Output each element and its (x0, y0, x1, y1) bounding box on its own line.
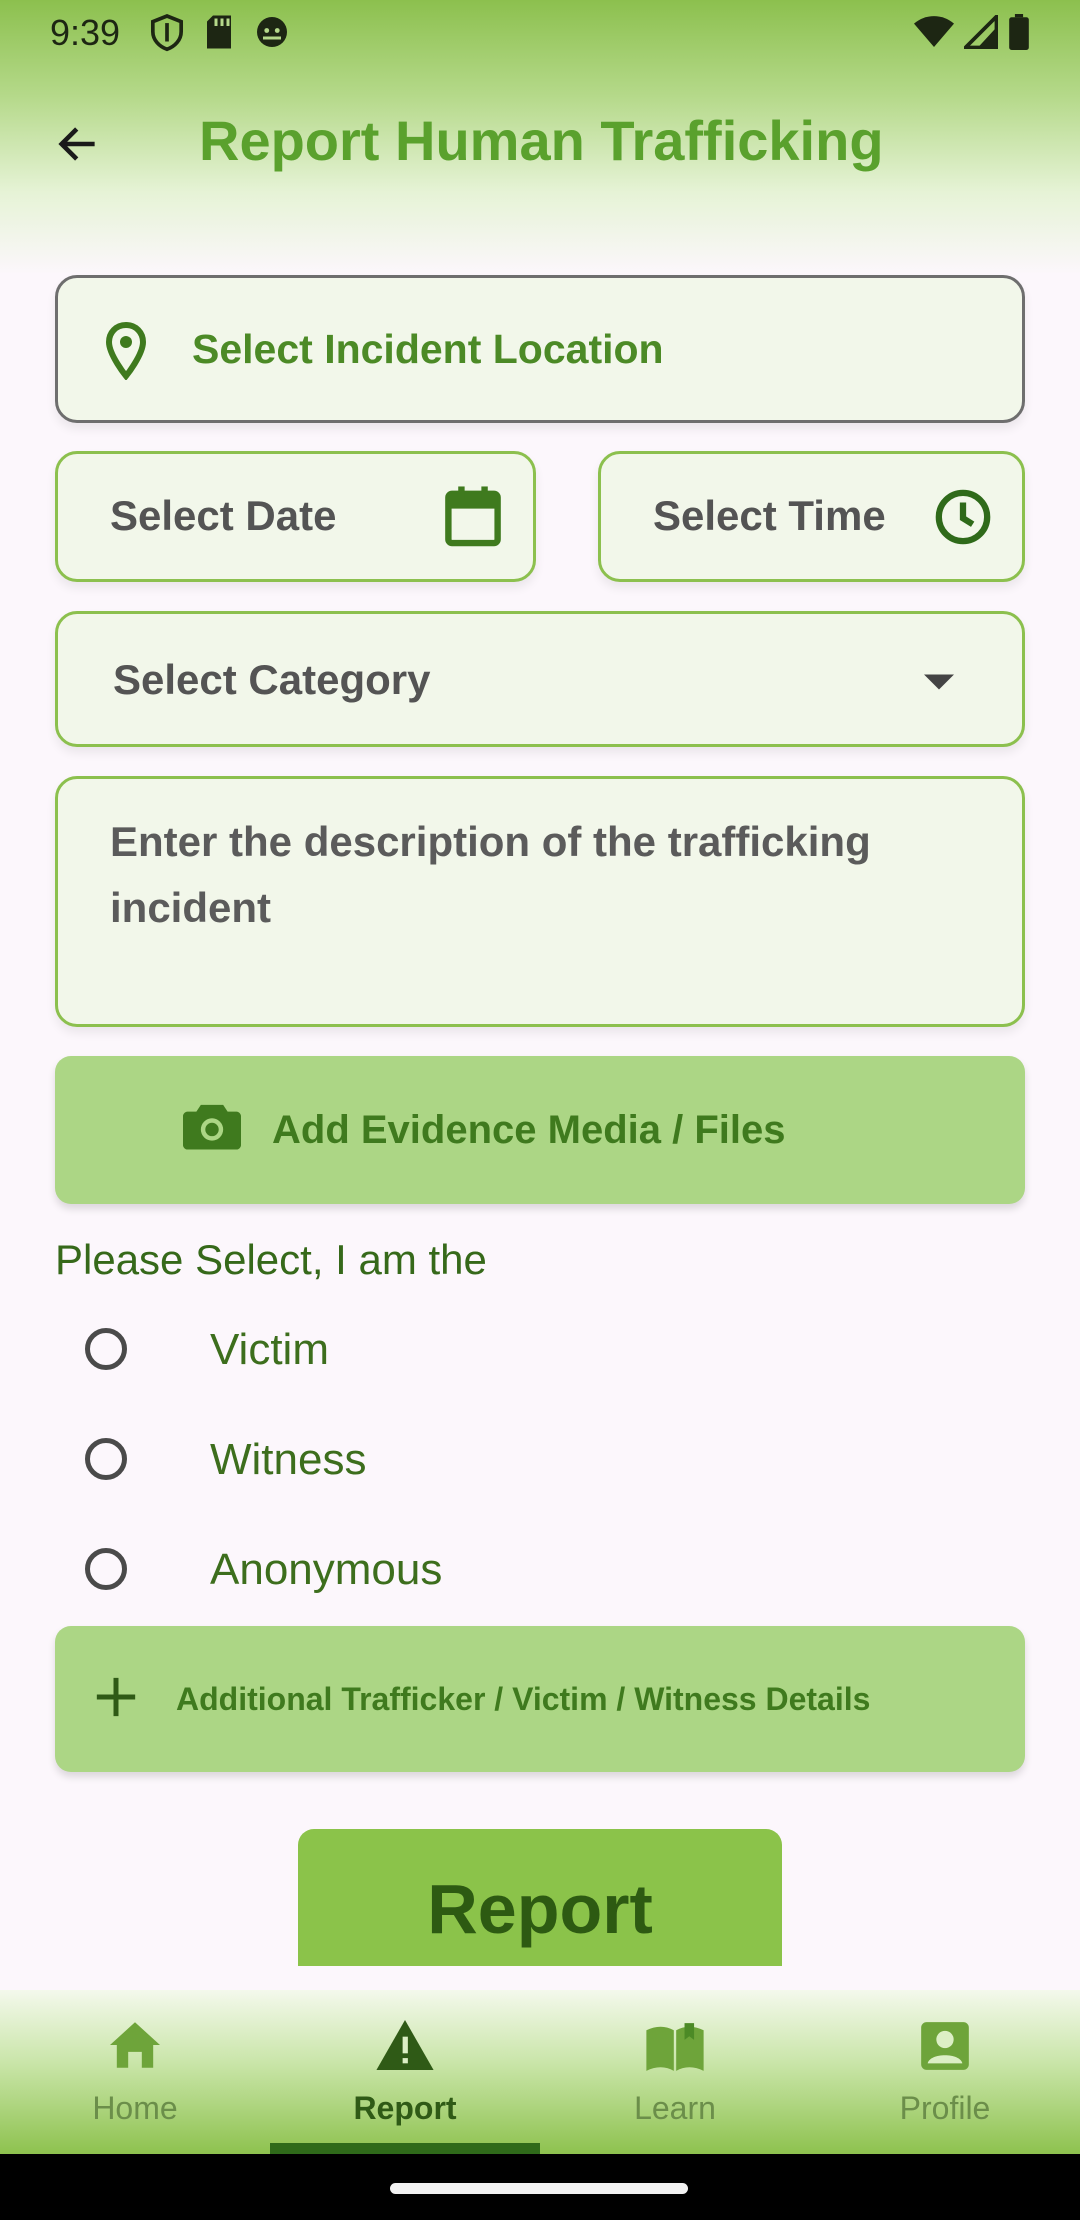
category-dropdown[interactable]: Select Category (55, 611, 1025, 747)
radio-label: Anonymous (210, 1545, 443, 1594)
active-tab-indicator (270, 2143, 540, 2154)
plus-icon (93, 1674, 139, 1725)
dropdown-arrow-icon (924, 674, 954, 695)
status-time: 9:39 (50, 12, 121, 53)
nav-profile-label: Profile (899, 2090, 991, 2126)
time-field[interactable]: Select Time (598, 451, 1025, 582)
warning-icon (270, 2020, 540, 2070)
wifi-icon (914, 16, 954, 47)
incident-location-field[interactable]: Select Incident Location (55, 275, 1025, 423)
description-textarea[interactable]: Enter the description of the trafficking… (55, 776, 1025, 1027)
radio-label: Victim (210, 1325, 329, 1374)
status-bar: 9:39 (0, 0, 1080, 66)
shield-icon (150, 14, 184, 52)
nav-learn-label: Learn (634, 2090, 716, 2126)
camera-icon (183, 1100, 241, 1155)
role-question: Please Select, I am the (55, 1236, 487, 1283)
status-icons-left (150, 14, 290, 52)
back-button[interactable] (40, 112, 114, 176)
incident-location-label: Select Incident Location (192, 326, 664, 372)
add-evidence-label: Add Evidence Media / Files (272, 1108, 786, 1152)
nav-report[interactable]: Report (270, 1990, 540, 2154)
book-icon (540, 2020, 810, 2074)
report-button-label: Report (427, 1870, 653, 1948)
additional-details-button[interactable]: Additional Trafficker / Victim / Witness… (55, 1626, 1025, 1772)
radio-label: Witness (210, 1435, 367, 1484)
gesture-bar (0, 2154, 1080, 2220)
calendar-icon (443, 484, 503, 553)
nav-profile[interactable]: Profile (810, 1990, 1080, 2154)
sd-card-icon (207, 15, 231, 49)
additional-details-label: Additional Trafficker / Victim / Witness… (176, 1681, 871, 1717)
time-label: Select Time (653, 492, 886, 539)
battery-icon (1009, 14, 1029, 50)
radio-button[interactable] (85, 1548, 127, 1590)
bottom-navigation: Home Report Learn Profile (0, 1990, 1080, 2154)
arrow-left-icon (58, 127, 95, 161)
add-evidence-button[interactable]: Add Evidence Media / Files (55, 1056, 1025, 1204)
status-icons-right (914, 14, 1030, 50)
clock-icon (934, 488, 992, 551)
radio-option-anonymous[interactable]: Anonymous (55, 1527, 1025, 1617)
page-title: Report Human Trafficking (199, 109, 884, 172)
nav-learn[interactable]: Learn (540, 1990, 810, 2154)
profile-icon (810, 2020, 1080, 2072)
radio-button[interactable] (85, 1328, 127, 1370)
nav-home[interactable]: Home (0, 1990, 270, 2154)
nav-report-label: Report (353, 2090, 457, 2126)
location-pin-icon (105, 321, 147, 385)
app-bar: Report Human Trafficking (0, 88, 1080, 198)
nav-home-label: Home (92, 2090, 178, 2126)
description-placeholder: Enter the description of the trafficking… (110, 818, 871, 931)
gesture-handle[interactable] (390, 2183, 688, 2194)
date-label: Select Date (110, 492, 337, 539)
radio-option-victim[interactable]: Victim (55, 1307, 1025, 1397)
home-icon (0, 2020, 270, 2070)
date-field[interactable]: Select Date (55, 451, 536, 582)
signal-icon (964, 15, 998, 49)
category-label: Select Category (113, 656, 431, 703)
radio-option-witness[interactable]: Witness (55, 1417, 1025, 1507)
radio-button[interactable] (85, 1438, 127, 1480)
report-button[interactable]: Report (298, 1829, 782, 1966)
android-icon (257, 17, 287, 47)
